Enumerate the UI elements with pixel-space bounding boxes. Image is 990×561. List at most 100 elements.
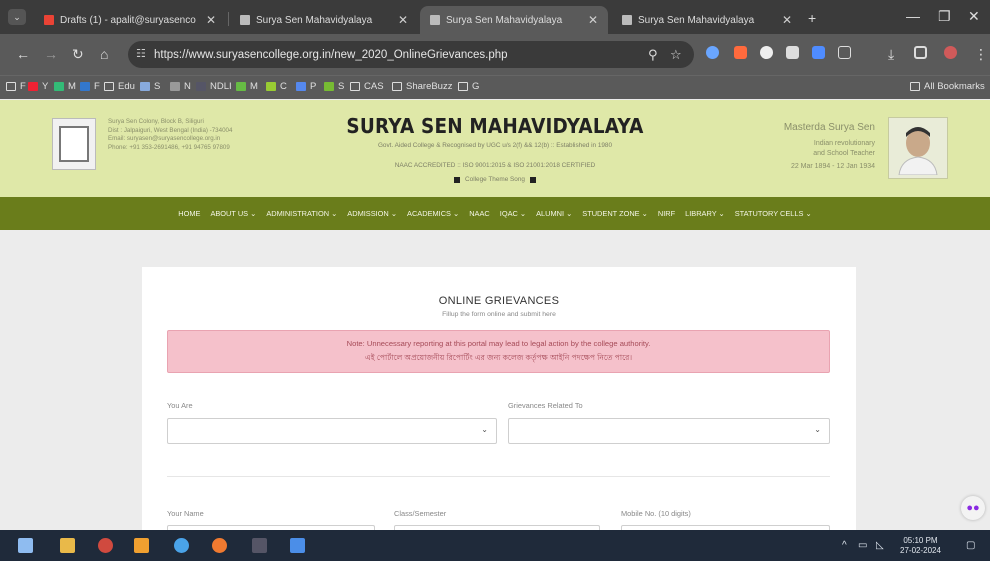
home-icon[interactable]: ⌂ xyxy=(100,46,108,62)
minimize-icon[interactable]: — xyxy=(906,8,920,24)
site-info-icon[interactable]: ☷ xyxy=(136,47,146,60)
nav-about-us[interactable]: ABOUT US ⌄ xyxy=(210,209,256,218)
college-name: SURYA SEN MAHAVIDYALAYA xyxy=(346,114,644,138)
divider xyxy=(167,476,830,477)
notification-icon[interactable]: ▢ xyxy=(966,540,975,551)
site-icon xyxy=(170,82,180,91)
grievance-related-label: Grievances Related To xyxy=(508,401,583,410)
app-icon[interactable] xyxy=(290,538,305,553)
close-tab-icon[interactable]: ✕ xyxy=(206,13,216,27)
tab-gmail-drafts[interactable]: Drafts (1) - apalit@suryasenco ✕ xyxy=(34,6,226,34)
extension-icon[interactable] xyxy=(734,46,747,59)
forward-icon[interactable]: → xyxy=(44,46,58,62)
nav-library[interactable]: LIBRARY ⌄ xyxy=(685,209,725,218)
restore-icon[interactable]: ❐ xyxy=(938,8,951,25)
bookmark-folder[interactable]: CAS xyxy=(350,81,384,92)
tray-chevron-icon[interactable]: ^ xyxy=(842,540,847,551)
file-explorer-icon[interactable] xyxy=(60,538,75,553)
tab-college-3[interactable]: Surya Sen Mahavidyalaya ✕ xyxy=(612,6,802,34)
extensions-puzzle-icon[interactable] xyxy=(838,46,851,59)
bookmark-item[interactable]: F xyxy=(6,81,26,92)
extension-icon[interactable] xyxy=(706,46,719,59)
chat-widget-icon[interactable]: ●● xyxy=(961,496,985,520)
download-icon[interactable]: ⤓ xyxy=(888,46,894,63)
app-icon[interactable] xyxy=(134,538,149,553)
zoom-icon[interactable]: ⚲ xyxy=(648,47,658,63)
bookmark-item[interactable]: M xyxy=(54,81,76,92)
portrait-figure-icon xyxy=(898,127,938,175)
bookmark-item[interactable]: S xyxy=(324,81,344,92)
folder-icon xyxy=(6,82,16,91)
app-icon[interactable] xyxy=(252,538,267,553)
theme-song-link[interactable]: College Theme Song xyxy=(330,176,660,183)
nav-academics[interactable]: ACADEMICS ⌄ xyxy=(407,209,459,218)
profile-avatar[interactable] xyxy=(944,46,957,59)
tab-college-1[interactable]: Surya Sen Mahavidyalaya ✕ xyxy=(230,6,418,34)
url-bar[interactable]: ☷ https://www.suryasencollege.org.in/new… xyxy=(128,41,694,68)
nav-statutory-cells[interactable]: STATUTORY CELLS ⌄ xyxy=(735,209,812,218)
tab-search-icon[interactable]: ⌄ xyxy=(8,9,26,25)
portrait-caption: Masterda Surya Sen Indian revolutionary … xyxy=(783,122,875,170)
folder-icon xyxy=(458,82,468,91)
url-text: https://www.suryasencollege.org.in/new_2… xyxy=(154,48,508,61)
bookmark-item[interactable]: P xyxy=(296,81,316,92)
extension-icon[interactable] xyxy=(760,46,773,59)
network-icon[interactable]: ▭ xyxy=(858,540,867,551)
all-bookmarks-button[interactable]: All Bookmarks xyxy=(910,81,985,92)
app-icon[interactable] xyxy=(98,538,113,553)
bookmark-item[interactable]: N xyxy=(170,81,191,92)
bookmark-star-icon[interactable]: ☆ xyxy=(670,47,682,63)
warning-note: Note: Unnecessary reporting at this port… xyxy=(167,330,830,373)
contact-info: Surya Sen Colony, Block B, Siliguri Dist… xyxy=(108,118,233,151)
college-logo[interactable] xyxy=(52,118,96,170)
grievance-form: ONLINE GRIEVANCES Fillup the form online… xyxy=(142,267,856,530)
you-are-select[interactable]: ⌄ xyxy=(167,418,497,444)
close-tab-icon[interactable]: ✕ xyxy=(588,13,598,27)
bookmark-item[interactable]: F xyxy=(80,81,100,92)
chrome-icon[interactable] xyxy=(174,538,189,553)
site-favicon-icon xyxy=(430,15,440,25)
nav-admission[interactable]: ADMISSION ⌄ xyxy=(347,209,397,218)
start-menu-icon[interactable] xyxy=(18,538,33,553)
portrait-image xyxy=(888,117,948,179)
firefox-icon[interactable] xyxy=(212,538,227,553)
reload-icon[interactable]: ↻ xyxy=(72,46,84,63)
site-icon xyxy=(236,82,246,91)
grievance-related-select[interactable]: ⌄ xyxy=(508,418,830,444)
nav-nirf[interactable]: NIRF xyxy=(658,209,675,218)
bookmark-item[interactable]: NDLI xyxy=(196,81,232,92)
nav-student-zone[interactable]: STUDENT ZONE ⌄ xyxy=(582,209,648,218)
browser-menu-icon[interactable]: ⋮ xyxy=(974,46,988,63)
bookmark-item[interactable]: S xyxy=(140,81,160,92)
nav-naac[interactable]: NAAC xyxy=(469,209,490,218)
new-tab-button[interactable]: + xyxy=(808,10,816,26)
bookmark-item[interactable]: M xyxy=(236,81,258,92)
main-navigation: HOME ABOUT US ⌄ ADMINISTRATION ⌄ ADMISSI… xyxy=(0,197,990,230)
bookmark-folder[interactable]: ShareBuzz xyxy=(392,81,452,92)
you-are-label: You Are xyxy=(167,401,193,410)
site-header: Surya Sen Colony, Block B, Siliguri Dist… xyxy=(0,100,990,197)
stop-icon xyxy=(529,176,536,183)
nav-home[interactable]: HOME xyxy=(178,209,200,218)
back-icon[interactable]: ← xyxy=(16,46,30,62)
nav-alumni[interactable]: ALUMNI ⌄ xyxy=(536,209,572,218)
nav-iqac[interactable]: IQAC ⌄ xyxy=(500,209,526,218)
bookmark-item[interactable]: C xyxy=(266,81,287,92)
extension-icon[interactable] xyxy=(812,46,825,59)
nav-administration[interactable]: ADMINISTRATION ⌄ xyxy=(266,209,337,218)
bookmark-folder[interactable]: Edu xyxy=(104,81,135,92)
close-window-icon[interactable]: ✕ xyxy=(968,8,980,25)
side-panel-icon[interactable] xyxy=(914,46,927,59)
close-tab-icon[interactable]: ✕ xyxy=(398,13,408,27)
close-tab-icon[interactable]: ✕ xyxy=(782,13,792,27)
system-clock[interactable]: 05:10 PM 27-02-2024 xyxy=(900,536,941,556)
sound-icon[interactable]: ◺ xyxy=(876,540,884,551)
extension-icon[interactable] xyxy=(786,46,799,59)
folder-icon xyxy=(392,82,402,91)
bookmark-item[interactable]: Y xyxy=(28,81,48,92)
form-subtitle: Fillup the form online and submit here xyxy=(442,311,556,318)
bookmarks-bar: F Y M F Edu S N NDLI M C P S CAS ShareBu… xyxy=(0,75,990,99)
bookmark-folder[interactable]: G xyxy=(458,81,479,92)
class-semester-label: Class/Semester xyxy=(394,509,447,518)
tab-college-2-active[interactable]: Surya Sen Mahavidyalaya ✕ xyxy=(420,6,608,34)
